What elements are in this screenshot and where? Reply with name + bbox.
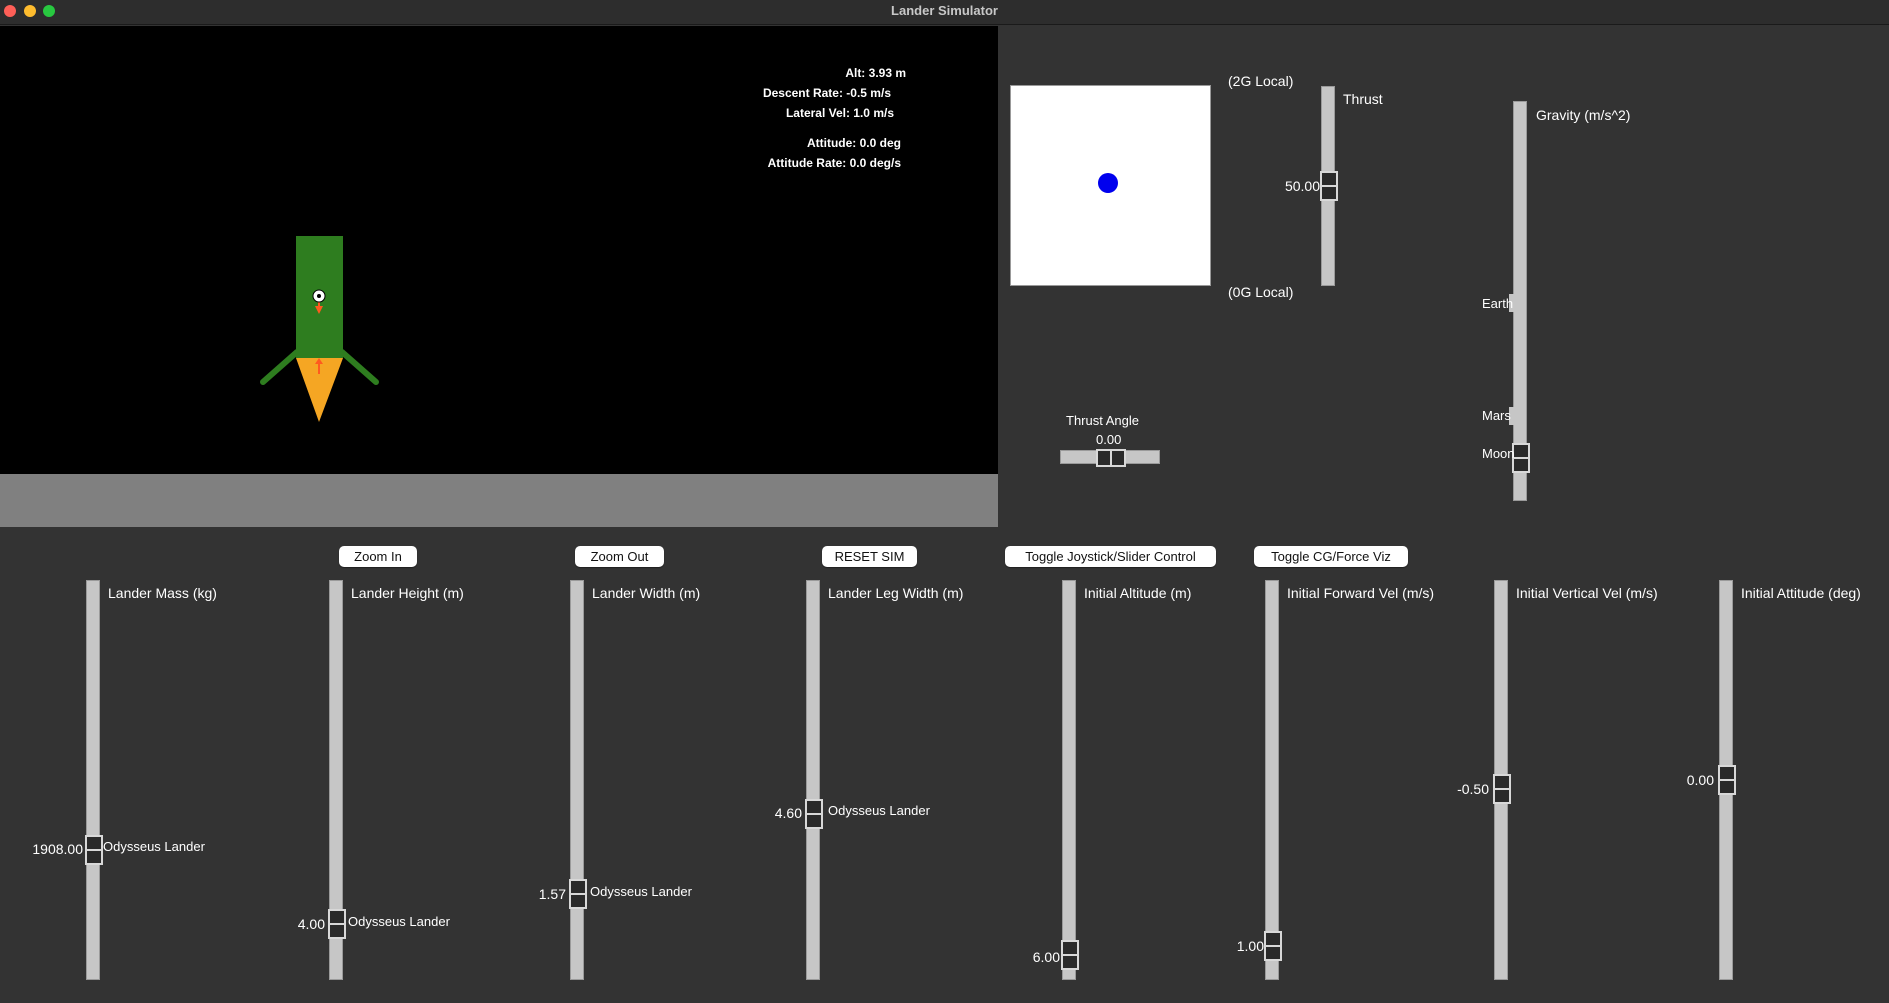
width-slider-knob[interactable]: [569, 879, 587, 909]
attitude-rate-readout: Attitude Rate: 0.0 deg/s: [767, 156, 901, 170]
title-bar: Lander Simulator: [0, 0, 1889, 25]
initial-vertical-vel-value: -0.50: [1457, 781, 1489, 797]
height-slider[interactable]: [328, 580, 346, 980]
lander-left-leg: [260, 349, 300, 385]
thrust-label: Thrust: [1343, 91, 1383, 107]
leg-width-value: 4.60: [774, 805, 802, 821]
gravity-slider[interactable]: [1512, 101, 1530, 501]
initial-altitude-label: Initial Altitude (m): [1084, 585, 1192, 601]
height-preset-odysseus[interactable]: Odysseus Lander: [348, 914, 450, 929]
thrust-angle-slider[interactable]: [1060, 449, 1160, 467]
mass-slider[interactable]: [85, 580, 103, 980]
width-preset-odysseus[interactable]: Odysseus Lander: [590, 884, 692, 899]
initial-altitude-slider-knob[interactable]: [1061, 940, 1079, 970]
lander-right-leg: [339, 349, 379, 385]
initial-forward-vel-slider[interactable]: [1264, 580, 1282, 980]
initial-vertical-vel-slider-knob[interactable]: [1493, 774, 1511, 804]
height-value: 4.00: [297, 916, 325, 932]
joystick-pad[interactable]: [1010, 85, 1211, 286]
gravity-preset-mars[interactable]: Mars: [1482, 408, 1511, 423]
descent-rate-readout: Descent Rate: -0.5 m/s: [762, 86, 891, 100]
attitude-readout: Attitude: 0.0 deg: [806, 136, 901, 150]
joystick-dot[interactable]: [1098, 173, 1118, 193]
thrust-angle-label: Thrust Angle: [1066, 413, 1139, 428]
thrust-slider-knob[interactable]: [1320, 171, 1338, 201]
mass-preset-odysseus[interactable]: Odysseus Lander: [103, 839, 205, 854]
joystick-top-label: (2G Local): [1228, 73, 1294, 89]
toggle-viz-button[interactable]: Toggle CG/Force Viz: [1254, 546, 1408, 567]
leg-width-slider-knob[interactable]: [805, 799, 823, 829]
thrust-value: 50.00: [1284, 178, 1320, 194]
initial-forward-vel-value: 1.00: [1236, 938, 1264, 954]
initial-vertical-vel-slider[interactable]: [1493, 580, 1511, 980]
leg-width-label: Lander Leg Width (m): [828, 585, 964, 601]
thrust-slider[interactable]: [1320, 86, 1338, 286]
initial-altitude-slider[interactable]: [1061, 580, 1079, 980]
leg-width-slider[interactable]: [805, 580, 823, 980]
width-label: Lander Width (m): [592, 585, 701, 601]
initial-forward-vel-label: Initial Forward Vel (m/s): [1287, 585, 1435, 601]
gravity-label: Gravity (m/s^2): [1536, 107, 1631, 123]
altitude-readout: Alt: 3.93 m: [845, 66, 906, 80]
width-slider[interactable]: [569, 580, 587, 980]
initial-attitude-value: 0.00: [1686, 772, 1714, 788]
initial-altitude-value: 6.00: [1032, 949, 1060, 965]
window-title: Lander Simulator: [891, 3, 998, 18]
simulation-viewport: Alt: 3.93 m Descent Rate: -0.5 m/s Later…: [0, 26, 998, 474]
mass-slider-knob[interactable]: [85, 835, 103, 865]
mass-value: 1908.00: [32, 841, 83, 857]
thrust-angle-value: 0.00: [1096, 432, 1122, 447]
lateral-velocity-readout: Lateral Vel: 1.0 m/s: [785, 106, 894, 120]
width-value: 1.57: [538, 886, 566, 902]
gravity-preset-moon[interactable]: Moon: [1482, 446, 1515, 461]
initial-forward-vel-slider-knob[interactable]: [1264, 931, 1282, 961]
gravity-preset-earth[interactable]: Earth: [1482, 296, 1513, 311]
mass-label: Lander Mass (kg): [108, 585, 217, 601]
ground-strip: [0, 474, 998, 527]
zoom-in-button[interactable]: Zoom In: [339, 546, 417, 567]
initial-attitude-label: Initial Attitude (deg): [1741, 585, 1861, 601]
joystick-bottom-label: (0G Local): [1228, 284, 1294, 300]
toggle-control-button[interactable]: Toggle Joystick/Slider Control: [1005, 546, 1216, 567]
height-label: Lander Height (m): [351, 585, 464, 601]
reset-sim-button[interactable]: RESET SIM: [822, 546, 917, 567]
leg-width-preset-odysseus[interactable]: Odysseus Lander: [828, 803, 930, 818]
initial-attitude-slider-knob[interactable]: [1718, 765, 1736, 795]
initial-vertical-vel-label: Initial Vertical Vel (m/s): [1516, 585, 1658, 601]
gravity-slider-knob[interactable]: [1512, 443, 1530, 473]
thrust-angle-slider-knob[interactable]: [1096, 449, 1126, 467]
zoom-out-button[interactable]: Zoom Out: [575, 546, 664, 567]
height-slider-knob[interactable]: [328, 909, 346, 939]
initial-attitude-slider[interactable]: [1718, 580, 1736, 980]
